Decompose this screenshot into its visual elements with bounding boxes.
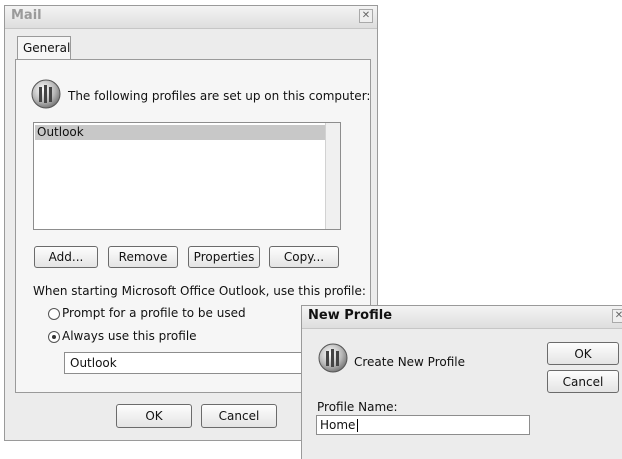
default-profile-value: Outlook (70, 356, 117, 370)
add-button[interactable]: Add... (34, 246, 98, 268)
profile-name-input[interactable]: Home (316, 415, 530, 435)
listbox-scrollbar[interactable] (325, 123, 340, 229)
mail-dialog-title: Mail (11, 8, 42, 23)
radio-prompt-label: Prompt for a profile to be used (62, 306, 246, 320)
properties-button[interactable]: Properties (188, 246, 260, 268)
outlook-profile-icon (31, 79, 61, 109)
close-icon[interactable]: ✕ (359, 9, 373, 23)
mail-titlebar: Mail ✕ (5, 6, 377, 29)
radio-prompt-circle[interactable] (48, 308, 60, 320)
mail-cancel-button[interactable]: Cancel (201, 404, 277, 428)
copy-button[interactable]: Copy... (269, 246, 339, 268)
radio-always-profile[interactable]: Always use this profile (46, 329, 246, 345)
text-cursor (357, 419, 358, 432)
radio-prompt-profile[interactable]: Prompt for a profile to be used (46, 306, 246, 322)
startup-profile-label: When starting Microsoft Office Outlook, … (33, 284, 366, 298)
outlook-profile-icon (318, 343, 348, 373)
new-profile-dialog: New Profile ✕ Create New Profile OK Canc… (301, 305, 622, 459)
new-profile-dialog-title: New Profile (308, 308, 393, 323)
profiles-heading: The following profiles are set up on thi… (68, 89, 371, 103)
profile-name-value: Home (320, 418, 356, 432)
profile-list-item-label: Outlook (37, 125, 84, 139)
radio-selected-dot (52, 335, 56, 339)
tab-general[interactable]: General (17, 36, 71, 60)
profile-list-item[interactable]: Outlook (35, 125, 325, 140)
profiles-listbox[interactable]: Outlook (33, 122, 341, 230)
create-new-profile-text: Create New Profile (354, 355, 465, 369)
remove-button[interactable]: Remove (108, 246, 178, 268)
mail-ok-button[interactable]: OK (116, 404, 192, 428)
close-icon[interactable]: ✕ (612, 309, 622, 323)
tab-general-label: General (23, 41, 71, 55)
radio-always-label: Always use this profile (62, 329, 197, 343)
radio-always-circle[interactable] (48, 331, 60, 343)
new-profile-titlebar: New Profile ✕ (302, 306, 622, 329)
profile-name-label: Profile Name: (317, 400, 398, 414)
new-profile-ok-button[interactable]: OK (547, 342, 619, 365)
new-profile-cancel-button[interactable]: Cancel (547, 370, 619, 393)
